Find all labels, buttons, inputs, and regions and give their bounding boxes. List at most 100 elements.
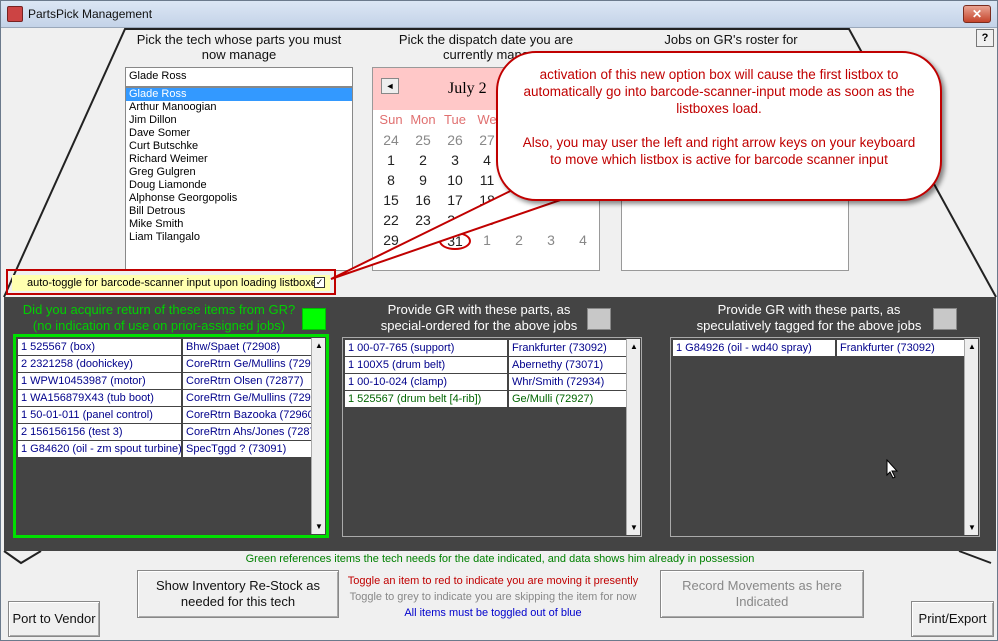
special-listbox[interactable]: 1 00-07-765 (support) Frankfurter (73092)… <box>342 337 642 537</box>
calendar-date[interactable]: 2 <box>407 152 439 168</box>
special-title: Provide GR with these parts, as special-… <box>380 302 578 333</box>
tech-item[interactable]: Curt Butschke <box>126 140 352 153</box>
tech-item[interactable]: Richard Weimer <box>126 153 352 166</box>
part-cell: 1 00-10-024 (clamp) <box>345 374 507 390</box>
list-item[interactable]: 1 50-01-011 (panel control) CoreRtrn Bazo… <box>18 407 311 423</box>
scroll-down-icon[interactable]: ▼ <box>965 520 979 535</box>
job-cell: Ge/Mulli (72927) <box>509 391 637 407</box>
calendar-date[interactable]: 22 <box>375 212 407 228</box>
part-cell: 1 WPW10453987 (motor) <box>18 373 181 389</box>
list-item[interactable]: 2 156156156 (test 3) CoreRtrn Ahs/Jones (… <box>18 424 311 440</box>
tech-item[interactable]: Bill Detrous <box>126 205 352 218</box>
part-cell: 2 156156156 (test 3) <box>18 424 181 440</box>
scroll-up-icon[interactable]: ▲ <box>965 339 979 354</box>
calendar-date[interactable]: 3 <box>535 232 567 248</box>
calendar-date[interactable]: 23 <box>407 212 439 228</box>
calendar-date[interactable]: 30 <box>407 232 439 248</box>
acquire-listbox[interactable]: 1 525567 (box) Bhw/Spaet (72908) 2 2321258… <box>13 334 329 538</box>
list-item[interactable]: 1 00-07-765 (support) Frankfurter (73092) <box>345 340 637 356</box>
tech-item[interactable]: Jim Dillon <box>126 114 352 127</box>
calendar-date[interactable]: 16 <box>407 192 439 208</box>
toggle-red-note: Toggle an item to red to indicate you ar… <box>347 575 639 587</box>
job-cell: Bhw/Spaet (72908) <box>183 339 311 355</box>
list-item[interactable]: 1 00-10-024 (clamp) Whr/Smith (72934) <box>345 374 637 390</box>
callout-text-1: activation of this new option box will c… <box>523 67 915 116</box>
list-item[interactable]: 1 525567 (drum belt [4-rib]) Ge/Mulli (72… <box>345 391 637 407</box>
list-item[interactable]: 1 WPW10453987 (motor) CoreRtrn Olsen (728… <box>18 373 311 389</box>
calendar-date[interactable]: 26 <box>439 132 471 148</box>
job-cell: Frankfurter (73092) <box>509 340 637 356</box>
print-export-button[interactable]: Print/Export <box>911 601 994 637</box>
list-item[interactable]: 1 100X5 (drum belt) Abernethy (73071) <box>345 357 637 373</box>
tech-item[interactable]: Greg Gulgren <box>126 166 352 179</box>
scrollbar[interactable]: ▲ ▼ <box>311 338 325 534</box>
calendar-day-name: Sun <box>379 112 403 127</box>
parts-panel-area: Did you acquire return of these items fr… <box>4 297 996 551</box>
list-item[interactable]: 1 525567 (box) Bhw/Spaet (72908) <box>18 339 311 355</box>
calendar-date[interactable]: 9 <box>407 172 439 188</box>
acquire-swatch[interactable] <box>302 308 326 330</box>
scroll-up-icon[interactable]: ▲ <box>312 338 326 353</box>
list-item[interactable]: 1 G84620 (oil - zm spout turbine) SpecTgg… <box>18 441 311 457</box>
scroll-down-icon[interactable]: ▼ <box>627 520 641 535</box>
part-cell: 1 525567 (drum belt [4-rib]) <box>345 391 507 407</box>
tech-search-input[interactable]: Glade Ross <box>125 67 353 87</box>
part-cell: 1 50-01-011 (panel control) <box>18 407 181 423</box>
speculative-swatch[interactable] <box>933 308 957 330</box>
tech-item[interactable]: Mike Smith <box>126 218 352 231</box>
part-cell: 1 WA156879X43 (tub boot) <box>18 390 181 406</box>
tech-item[interactable]: Doug Liamonde <box>126 179 352 192</box>
scroll-up-icon[interactable]: ▲ <box>627 339 641 354</box>
calendar-month: July 2 <box>448 80 487 97</box>
green-reference-note: Green references items the tech needs fo… <box>245 553 755 565</box>
special-swatch[interactable] <box>587 308 611 330</box>
part-cell: 1 100X5 (drum belt) <box>345 357 507 373</box>
calendar-date[interactable]: 24 <box>439 212 471 228</box>
scrollbar[interactable]: ▲ ▼ <box>964 339 978 535</box>
calendar-date[interactable]: 25 <box>471 212 503 228</box>
list-item[interactable]: 1 G84926 (oil - wd40 spray) Frankfurter (… <box>673 340 965 356</box>
calendar-day-name: Mon <box>410 112 436 127</box>
tech-item[interactable]: Dave Somer <box>126 127 352 140</box>
calendar-date[interactable]: 18 <box>471 192 503 208</box>
job-cell: SpecTggd ? (73091) <box>183 441 311 457</box>
job-cell: CoreRtrn Bazooka (72960) <box>183 407 311 423</box>
calendar-date[interactable]: 3 <box>439 152 471 168</box>
tech-listbox[interactable]: Glade Ross Arthur Manoogian Jim Dillon Dave… <box>125 87 353 271</box>
calendar-date[interactable]: 2 <box>503 232 535 248</box>
autotoggle-highlight: auto-toggle for barcode-scanner input up… <box>6 269 336 295</box>
record-movements-button[interactable]: Record Movements as here Indicated <box>660 570 864 618</box>
calendar-date[interactable]: 8 <box>375 172 407 188</box>
calendar-date[interactable]: 4 <box>567 232 599 248</box>
calendar-date[interactable]: 29 <box>375 232 407 248</box>
prev-month-button[interactable]: ◄ <box>381 78 399 94</box>
show-inventory-button[interactable]: Show Inventory Re-Stock as needed for th… <box>137 570 339 618</box>
calendar-date[interactable]: 25 <box>407 132 439 148</box>
callout-text-2: Also, you may user the left and right ar… <box>522 135 916 167</box>
calendar-date[interactable]: 10 <box>439 172 471 188</box>
calendar-date[interactable]: 1 <box>375 152 407 168</box>
tech-item[interactable]: Glade Ross <box>126 88 352 101</box>
port-to-vendor-button[interactable]: Port to Vendor <box>8 601 100 637</box>
calendar-date[interactable]: 31 <box>439 232 471 250</box>
speculative-title: Provide GR with these parts, as speculat… <box>696 302 922 333</box>
autotoggle-option[interactable]: auto-toggle for barcode-scanner input up… <box>12 275 330 291</box>
list-item[interactable]: 2 2321258 (doohickey) CoreRtrn Ge/Mullins… <box>18 356 311 372</box>
part-cell: 1 G84926 (oil - wd40 spray) <box>673 340 835 356</box>
calendar-date[interactable]: 17 <box>439 192 471 208</box>
calendar-date[interactable]: 15 <box>375 192 407 208</box>
part-cell: 1 525567 (box) <box>18 339 181 355</box>
tech-item[interactable]: Alphonse Georgopolis <box>126 192 352 205</box>
speculative-listbox[interactable]: 1 G84926 (oil - wd40 spray) Frankfurter (… <box>670 337 980 537</box>
list-item[interactable]: 1 WA156879X43 (tub boot) CoreRtrn Ge/Mull… <box>18 390 311 406</box>
scrollbar[interactable]: ▲ ▼ <box>626 339 640 535</box>
calendar-date[interactable]: 24 <box>375 132 407 148</box>
scroll-down-icon[interactable]: ▼ <box>312 519 326 534</box>
annotation-callout: activation of this new option box will c… <box>496 51 942 201</box>
calendar-date[interactable]: 1 <box>471 232 503 248</box>
tech-item[interactable]: Liam Tilangalo <box>126 231 352 244</box>
job-cell: Frankfurter (73092) <box>837 340 965 356</box>
job-cell: CoreRtrn Ge/Mullins (7292 <box>183 390 311 406</box>
tech-item[interactable]: Arthur Manoogian <box>126 101 352 114</box>
autotoggle-checkbox[interactable]: ✓ <box>314 277 325 288</box>
